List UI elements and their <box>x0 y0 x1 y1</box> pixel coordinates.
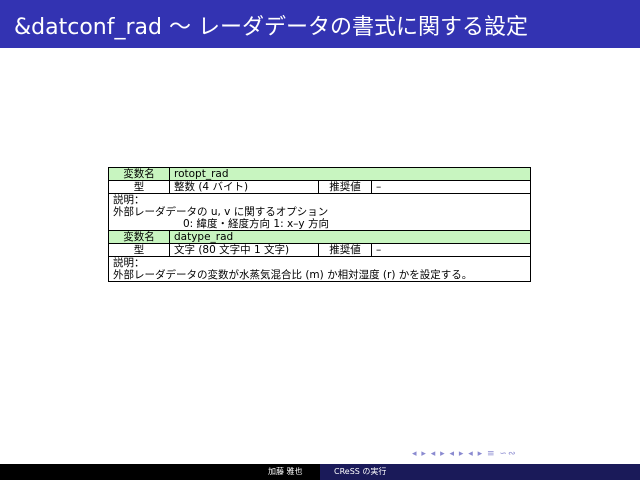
variable-name-label: 変数名 <box>108 167 170 181</box>
table-row: 変数名 datype_rad <box>108 230 531 244</box>
navigation-controls[interactable]: ◂ ▸ ◂ ▸ ◂ ▸ ◂ ▸ ≡ ∽∾ <box>412 449 517 459</box>
recommended-value: – <box>371 243 531 257</box>
footer-talk-title: CReSS の実行 <box>334 467 387 476</box>
type-value: 文字 (80 文字中 1 文字) <box>169 243 319 257</box>
parameter-table: 変数名 rotopt_rad 型 整数 (4 バイト) 推奨値 – 説明： 外部… <box>108 167 531 282</box>
recommended-label: 推奨値 <box>318 180 372 194</box>
type-value: 整数 (4 バイト) <box>169 180 319 194</box>
description-options: 0: 緯度・経度方向 1: x–y 方向 <box>183 218 329 230</box>
recommended-label: 推奨値 <box>318 243 372 257</box>
variable-name-value: rotopt_rad <box>169 167 531 181</box>
description-label: 説明： <box>113 194 145 206</box>
variable-name-value: datype_rad <box>169 230 531 244</box>
table-row: 型 整数 (4 バイト) 推奨値 – <box>108 180 531 194</box>
description-label: 説明： <box>113 257 145 269</box>
description-text: 外部レーダデータの u, v に関するオプション <box>113 206 329 218</box>
table-row: 説明： 外部レーダデータの u, v に関するオプション 0: 緯度・経度方向 … <box>108 193 531 231</box>
type-label: 型 <box>108 180 170 194</box>
description-cell: 説明： 外部レーダデータの変数が水蒸気混合比 (m) か相対湿度 (r) かを設… <box>108 256 531 282</box>
page-title: &datconf_rad 〜 レーダデータの書式に関する設定 <box>14 15 528 40</box>
description-text: 外部レーダデータの変数が水蒸気混合比 (m) か相対湿度 (r) かを設定する。 <box>113 269 473 281</box>
description-cell: 説明： 外部レーダデータの u, v に関するオプション 0: 緯度・経度方向 … <box>108 193 531 231</box>
table-row: 変数名 rotopt_rad <box>108 167 531 181</box>
recommended-value: – <box>371 180 531 194</box>
table-row: 説明： 外部レーダデータの変数が水蒸気混合比 (m) か相対湿度 (r) かを設… <box>108 256 531 282</box>
variable-name-label: 変数名 <box>108 230 170 244</box>
footer-author: 加藤 雅也 <box>268 467 303 476</box>
type-label: 型 <box>108 243 170 257</box>
title-bar: &datconf_rad 〜 レーダデータの書式に関する設定 <box>0 0 640 48</box>
table-row: 型 文字 (80 文字中 1 文字) 推奨値 – <box>108 243 531 257</box>
